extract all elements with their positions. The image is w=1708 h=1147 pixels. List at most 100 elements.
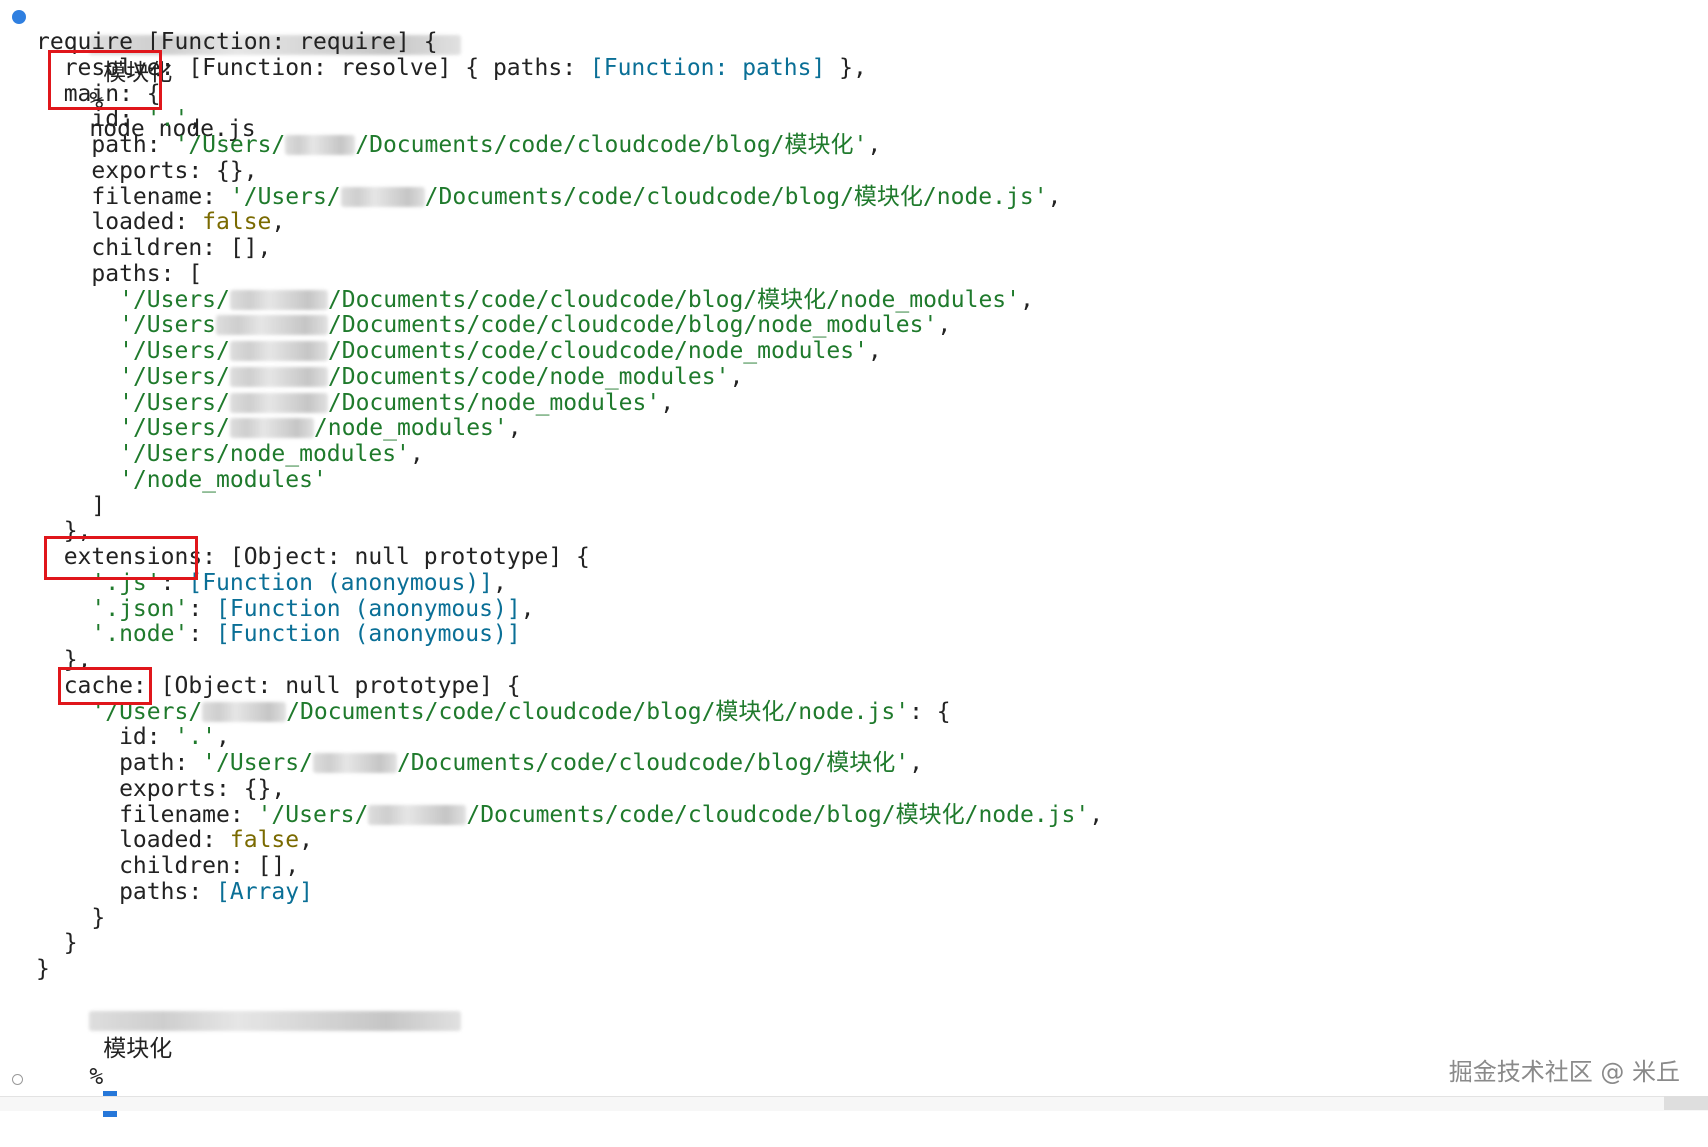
string-token: /Documents/code/cloudcode/blog/模块化/node.… [424,183,1048,210]
code-token: , [492,569,507,596]
code-token: loaded: [36,209,203,236]
code-token: : [188,621,217,648]
terminal-window[interactable]: 模块化 % node node.js require [Function: re… [0,0,1708,1117]
string-token: /Documents/code/cloudcode/blog/模块化/node_… [327,286,1020,313]
string-token: '.json' [91,595,189,622]
code-token: exports: {}, [36,775,286,802]
output-line: children: [], [36,234,271,262]
code-token: filename: [36,801,258,828]
output-line: filename: '/Users/ /Documents/code/cloudc… [36,801,1103,829]
code-token: , [299,827,313,854]
redacted-host-prefix [89,1011,462,1031]
output-line: filename: '/Users/ /Documents/code/cloudc… [36,183,1061,211]
prompt-line[interactable]: 模块化 % [34,979,462,1117]
output-line: '/Users//Documents/code/cloudcode/blog/模… [36,698,951,726]
function-token: [Array] [216,878,313,905]
highlight-box-extensions [44,536,198,580]
code-token: }, [825,54,867,81]
code-token: paths: [36,878,217,905]
redacted-username [285,135,356,155]
status-bar-corner-button[interactable] [1664,1096,1708,1110]
output-line: '/Users/node_modules', [36,440,424,468]
output-line: path: '/Users/ /Documents/code/cloudcode/… [36,131,881,159]
string-token: /Documents/code/cloudcode/blog/模块化' [355,132,868,158]
code-token: ] [36,492,106,519]
output-line: '/node_modules' [36,466,327,494]
code-token: path: [36,132,175,158]
code-token: , [1020,286,1034,313]
function-token: [Function (anonymous)] [216,595,521,622]
redacted-username [229,289,328,310]
redacted-username [340,186,425,207]
output-line: paths: [Array] [36,878,313,906]
function-token: [Function (anonymous)] [188,569,493,596]
output-line: exports: {}, [36,157,257,185]
redacted-username [216,315,329,336]
highlight-box-resolve-main [48,50,162,110]
boolean-token: false [202,209,272,236]
string-token: '/Users/ [257,801,369,828]
string-token: '/Users/ [119,389,230,416]
string-token: /Documents/code/cloudcode/blog/模块化/node.… [286,698,910,725]
watermark: 掘金技术社区 @ 米丘 [1448,1058,1680,1086]
output-line: } [36,904,105,932]
highlight-box-cache [58,667,152,705]
string-token: /Documents/code/cloudcode/blog/模块化/node.… [466,801,1090,828]
output-line: '/Users/ /Documents/node_modules', [36,389,674,417]
string-token: /Documents/code/cloudcode/blog/node_modu… [328,312,938,339]
output-line: ] [36,492,105,520]
command-line: 模块化 % node node.js [34,3,462,142]
code-token: : [188,595,217,622]
redacted-username [229,341,328,361]
code-token: loaded: [36,827,230,854]
code-token: , [216,724,230,751]
output-line: } [36,929,78,957]
output-line: '.node': [Function (anonymous)] [36,620,520,648]
string-token: '.' [146,106,189,133]
output-line: loaded: false, [36,208,285,236]
string-token: '/Users [119,312,217,339]
code-token: } [36,930,78,957]
code-token: , [271,209,286,236]
output-line: '.json': [Function (anonymous)], [36,595,534,623]
code-token: path: [36,750,203,776]
status-bar-items [888,1097,1638,1110]
code-token: , [1089,801,1104,828]
code-token: children: [], [36,853,300,879]
string-token: '/Users/ [119,363,230,390]
output-line: loaded: false, [36,826,313,854]
code-token: filename: [36,183,230,210]
code-token: , [867,338,882,364]
string-token: '/Users/node_modules' [119,441,410,467]
output-line: '/Users/ /node_modules', [36,414,522,442]
redacted-username [368,804,467,825]
output-line: '/Users/ /Documents/code/node_modules', [36,363,743,391]
output-line: exports: {}, [36,775,285,803]
string-token: '/Users/ [174,132,286,158]
function-token: [Function: paths] [589,54,826,81]
string-token: '.node' [91,621,189,648]
code-token: : { [909,698,951,725]
string-token: /node_modules' [313,415,508,442]
string-token: '/Users/ [119,286,230,313]
output-line: '/Users/ /Documents/code/cloudcode/node_m… [36,337,882,365]
output-line: id: '.', [36,723,230,751]
code-token: , [507,415,522,442]
redacted-username [229,392,328,413]
string-token: /Documents/code/node_modules' [327,363,730,390]
code-token: , [188,106,203,133]
string-token: '/node_modules' [119,466,327,493]
boolean-token: false [229,827,300,854]
code-token: paths: [ [36,260,203,287]
string-token: '/Users/ [119,415,230,442]
redacted-username [229,418,314,439]
string-token: /Documents/node_modules' [327,389,661,416]
code-token: id: [36,724,175,751]
string-token: '/Users/ [202,750,313,776]
string-token: /Documents/code/cloudcode/blog/模块化' [396,750,910,776]
code-token: , [660,389,675,416]
